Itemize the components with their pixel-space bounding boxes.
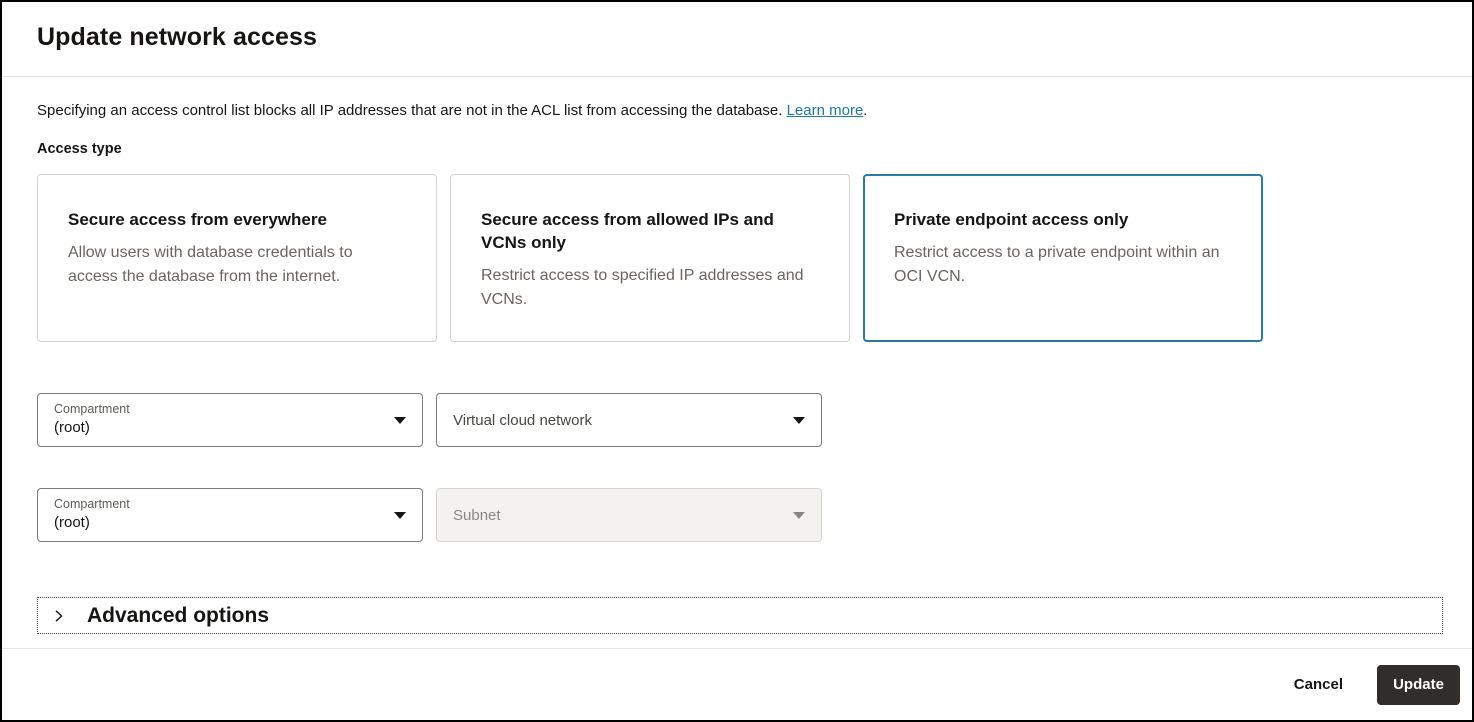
access-type-label: Access type [37,141,122,157]
compartment-label: Compartment [54,402,130,417]
card-secure-access-allowed-ips-vcns[interactable]: Secure access from allowed IPs and VCNs … [450,174,850,342]
card-description: Allow users with database credentials to… [68,243,353,285]
subnet-placeholder: Subnet [453,506,501,524]
vcn-placeholder: Virtual cloud network [453,411,592,429]
card-secure-access-everywhere[interactable]: Secure access from everywhere Allow user… [37,174,437,342]
dialog-footer: Cancel Update [2,648,1472,720]
subnet-select-row: Compartment (root) Subnet [37,488,1439,542]
cancel-button[interactable]: Cancel [1294,668,1343,701]
description-text: Specifying an access control list blocks… [37,102,783,119]
description-suffix: . [863,102,868,119]
advanced-options-label: Advanced options [87,603,270,627]
card-description: Restrict access to a private endpoint wi… [894,243,1220,285]
compartment-value: (root) [54,514,90,532]
update-network-access-dialog: Update network access Specifying an acce… [0,0,1474,722]
subnet-compartment-select[interactable]: Compartment (root) [37,488,423,542]
access-type-card-row: Secure access from everywhere Allow user… [37,174,1439,342]
caret-down-icon [793,417,805,424]
dialog-description: Specifying an access control list blocks… [37,100,1439,121]
vcn-compartment-select[interactable]: Compartment (root) [37,393,423,447]
chevron-right-icon [55,609,63,622]
compartment-label: Compartment [54,497,130,512]
subnet-select: Subnet [436,488,822,542]
update-button[interactable]: Update [1377,664,1460,705]
caret-down-icon [793,512,805,519]
card-title: Secure access from allowed IPs and VCNs … [481,210,774,252]
virtual-cloud-network-select[interactable]: Virtual cloud network [436,393,822,447]
compartment-value: (root) [54,419,90,437]
caret-down-icon [394,417,406,424]
card-title: Secure access from everywhere [68,210,327,229]
vcn-select-row: Compartment (root) Virtual cloud network [37,393,1439,447]
dialog-title: Update network access [37,23,317,51]
caret-down-icon [394,512,406,519]
dialog-body: Specifying an access control list blocks… [2,77,1472,648]
card-title: Private endpoint access only [894,210,1129,229]
dialog-header: Update network access [2,2,1472,77]
card-private-endpoint-access-only[interactable]: Private endpoint access only Restrict ac… [863,174,1263,342]
advanced-options-toggle[interactable]: Advanced options [37,597,1443,634]
learn-more-link[interactable]: Learn more [787,102,864,119]
card-description: Restrict access to specified IP addresse… [481,266,804,308]
